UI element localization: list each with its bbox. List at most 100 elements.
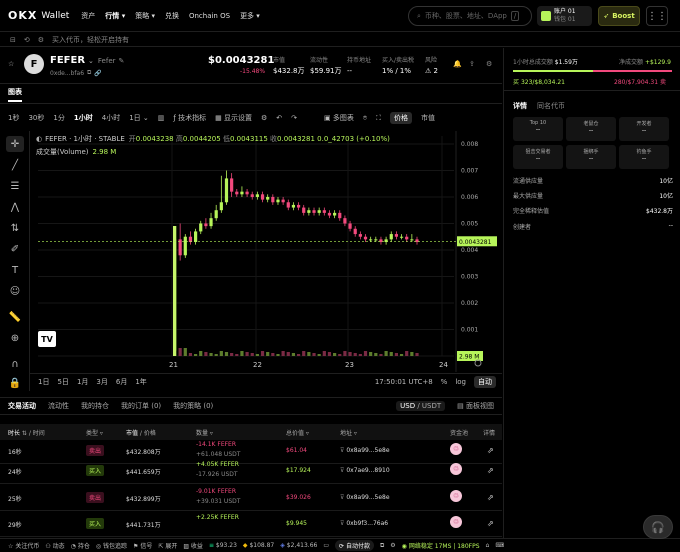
- panel-view-button[interactable]: ▤ 面板视图: [457, 401, 494, 411]
- pool-icon[interactable]: ♲: [450, 443, 462, 455]
- range-3m[interactable]: 3月: [96, 377, 107, 387]
- text-icon[interactable]: T: [6, 262, 24, 278]
- tab-same-name[interactable]: 同名代币: [537, 101, 565, 111]
- account-switcher[interactable]: 账户 01 钱包 01: [537, 6, 592, 26]
- fib-icon[interactable]: ☰: [6, 178, 24, 194]
- ruler-icon[interactable]: 📏: [6, 309, 24, 325]
- link-icon[interactable]: 🔗: [94, 70, 101, 77]
- nav-more[interactable]: 更多 ▾: [240, 11, 260, 21]
- footer-signals[interactable]: ⚑ 信号: [133, 541, 152, 550]
- okx-logo[interactable]: OKX: [8, 9, 37, 22]
- range-1m[interactable]: 1月: [77, 377, 88, 387]
- edit-icon[interactable]: ✎: [119, 57, 125, 65]
- log-toggle[interactable]: log: [455, 378, 466, 386]
- row-address[interactable]: ⊽ 0x7ae9...8910: [340, 467, 390, 474]
- auto-toggle[interactable]: 自动: [474, 375, 496, 388]
- chart-svg[interactable]: 0.008 0.007 0.006 0.005 0.004 0.003 0.002 0.001…: [30, 131, 502, 372]
- support-chat-button[interactable]: 🎧: [643, 515, 673, 539]
- external-link-icon[interactable]: ⇗: [487, 446, 494, 455]
- fullscreen-icon[interactable]: ⛶: [376, 114, 381, 123]
- zoom-in-icon[interactable]: ⊕: [6, 330, 24, 346]
- pool-icon[interactable]: ♲: [450, 516, 462, 528]
- table-row[interactable]: 29秒 买入 $441.731万 +2.25K FEFER $9.945 ⊽ 0xb9f3…: [0, 509, 502, 537]
- tf-1h[interactable]: 1小时: [74, 113, 93, 123]
- range-1y[interactable]: 1年: [135, 377, 146, 387]
- tf-1m[interactable]: 1分: [53, 113, 64, 123]
- search-input[interactable]: ⌕ 币种、股票、地址、DApp /: [408, 6, 532, 26]
- footer-tool-4-icon[interactable]: ⌂: [486, 542, 490, 549]
- sidebar-toggle-icon[interactable]: ⊟: [10, 36, 16, 44]
- nav-swap[interactable]: 兑换: [165, 11, 179, 21]
- unit-toggle[interactable]: USD / USDT: [396, 401, 446, 411]
- footer-feed[interactable]: ⚇ 动态: [45, 541, 64, 550]
- tab-details[interactable]: 详情: [513, 101, 527, 111]
- range-5d[interactable]: 5日: [57, 377, 68, 387]
- footer-expand[interactable]: ⇱ 展开: [158, 541, 177, 550]
- nav-market[interactable]: 行情 ▾: [105, 11, 125, 21]
- footer-holdings[interactable]: ◔ 持仓: [71, 541, 90, 550]
- candle-type-icon[interactable]: ▥: [158, 114, 165, 122]
- boost-button[interactable]: ➶ Boost: [598, 6, 640, 26]
- indicators-button[interactable]: ƒ 技术指标: [173, 113, 206, 123]
- history-icon[interactable]: ⟲: [24, 36, 30, 44]
- share-icon[interactable]: ⇪: [469, 60, 475, 68]
- holder-tile[interactable]: 捆绑手 --: [566, 145, 616, 169]
- settings-icon[interactable]: ⚙: [38, 36, 44, 44]
- wallet-label[interactable]: Wallet: [41, 11, 69, 21]
- token-address[interactable]: 0xde...bfa6: [50, 70, 84, 77]
- pool-icon[interactable]: ♲: [450, 463, 462, 475]
- row-address[interactable]: ⊽ 0x8a99...5e8e: [340, 494, 390, 501]
- footer-watchlist[interactable]: ☆ 关注代币: [8, 541, 39, 550]
- footer-price-1[interactable]: ≡ $93.23: [209, 542, 237, 549]
- range-1d[interactable]: 1日: [38, 377, 49, 387]
- footer-earn[interactable]: ▨ 收益: [183, 541, 203, 550]
- undo-icon[interactable]: ↶: [276, 114, 282, 122]
- apps-grid-button[interactable]: ⋮⋮: [646, 6, 668, 26]
- magnet-icon[interactable]: ∩: [6, 356, 24, 372]
- brush-icon[interactable]: ✐: [6, 241, 24, 257]
- holder-tile[interactable]: 老鼠仓 --: [566, 117, 616, 141]
- row-address[interactable]: ⊽ 0x8a99...5e8e: [340, 447, 390, 454]
- crosshair-icon[interactable]: ✛: [6, 136, 24, 152]
- table-row[interactable]: 24秒 买入 $441.659万 +4.05K FEFER -17.926 USDT $1…: [0, 456, 502, 484]
- tf-4h[interactable]: 4小时: [102, 113, 120, 123]
- tradingview-logo[interactable]: TV: [38, 331, 56, 347]
- footer-tool-3-icon[interactable]: ⚙: [390, 542, 395, 549]
- nav-strategy[interactable]: 策略 ▾: [135, 11, 155, 21]
- footer-price-2[interactable]: ◆ $108.87: [243, 542, 274, 549]
- tf-1d[interactable]: 1日 ⌄: [129, 113, 149, 123]
- display-settings-button[interactable]: ▦ 显示设置: [215, 113, 252, 123]
- external-link-icon[interactable]: ⇗: [487, 519, 494, 528]
- pool-icon[interactable]: ♲: [450, 490, 462, 502]
- nav-assets[interactable]: 资产: [81, 11, 95, 21]
- chart-clock[interactable]: 17:50:01 UTC+8: [375, 378, 433, 386]
- footer-tool-1-icon[interactable]: ▭: [323, 542, 329, 549]
- star-icon[interactable]: ☆: [8, 60, 14, 68]
- chart-gear-icon[interactable]: ⚙: [261, 114, 267, 122]
- settings-gear-icon[interactable]: ⚙: [486, 60, 492, 68]
- token-title[interactable]: FEFER ⌄ Fefer ✎: [50, 55, 124, 66]
- tab-liquidity[interactable]: 流动性: [48, 401, 69, 411]
- holder-tile[interactable]: 狙击交易者 --: [513, 145, 563, 169]
- price-chart[interactable]: 0.008 0.007 0.006 0.005 0.004 0.003 0.002 0.001…: [30, 131, 502, 372]
- footer-price-3[interactable]: ◈ $2,413.66: [280, 542, 317, 549]
- footer-tool-2-icon[interactable]: ⧉: [380, 542, 384, 550]
- external-link-icon[interactable]: ⇗: [487, 466, 494, 475]
- copy-icon[interactable]: ⧉: [87, 69, 91, 77]
- tab-my-holdings[interactable]: 我的持仓: [81, 401, 109, 411]
- nav-onchain-os[interactable]: Onchain OS: [189, 12, 230, 20]
- footer-tool-5-icon[interactable]: ⌨: [495, 542, 504, 549]
- footer-tracker[interactable]: ◎ 钱包追踪: [96, 541, 127, 550]
- tf-30s[interactable]: 30秒: [28, 113, 44, 123]
- projection-icon[interactable]: ⇅: [6, 220, 24, 236]
- table-row[interactable]: 25秒 卖出 $432.899万 -9.01K FEFER +39.031 USDT $3…: [0, 483, 502, 511]
- row-address[interactable]: ⊽ 0xb9f3...76a6: [340, 520, 388, 527]
- tab-my-orders[interactable]: 我的订单 (0): [121, 401, 161, 411]
- multi-chart-button[interactable]: ▣ 多图表: [324, 113, 354, 123]
- stat-risk[interactable]: 风险 ⚠ 2: [425, 56, 438, 76]
- emoji-icon[interactable]: ☺: [6, 283, 24, 299]
- tab-activity[interactable]: 交易活动: [8, 401, 36, 411]
- tf-1s[interactable]: 1秒: [8, 113, 19, 123]
- trendline-icon[interactable]: ╱: [6, 157, 24, 173]
- lock-icon[interactable]: 🔒: [6, 375, 24, 391]
